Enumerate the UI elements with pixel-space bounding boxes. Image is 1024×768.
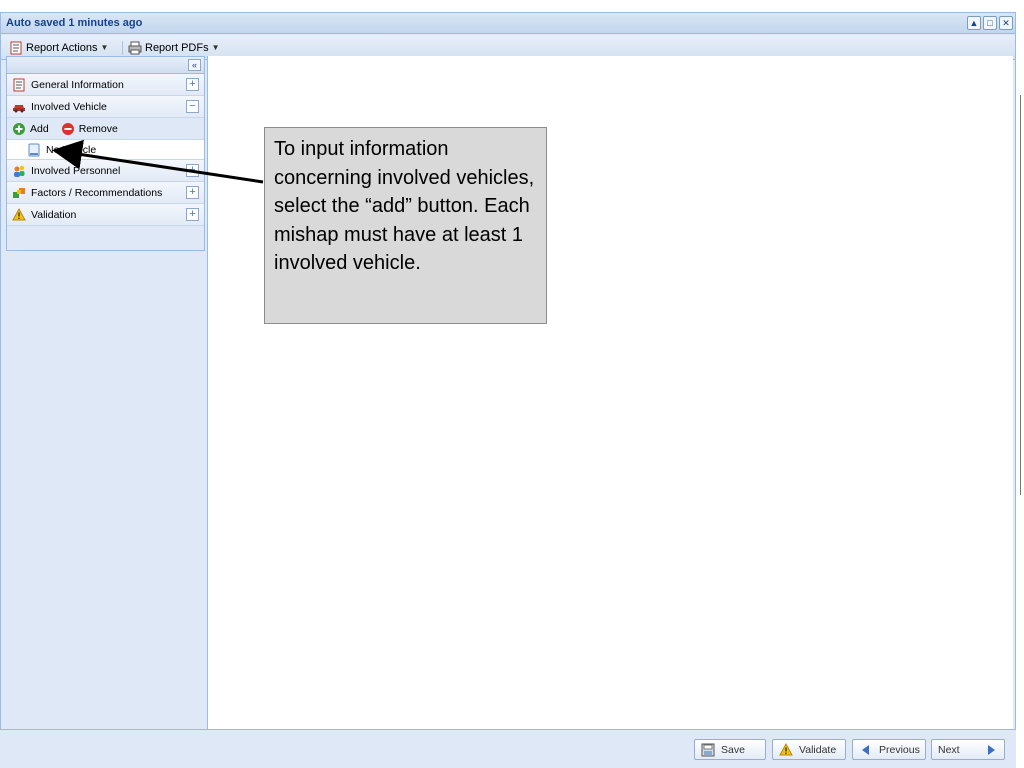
list-item-no-vehicle[interactable]: No Vehicle: [7, 140, 204, 160]
divider: [1020, 95, 1021, 495]
maximize-icon[interactable]: □: [983, 16, 997, 30]
validate-label: Validate: [799, 743, 837, 756]
report-actions-label: Report Actions: [26, 41, 98, 54]
sidebar-item-involved-personnel[interactable]: Involved Personnel +: [7, 160, 204, 182]
people-icon: [12, 164, 26, 178]
arrow-left-icon: [859, 743, 873, 757]
list-item-label: No Vehicle: [46, 143, 97, 156]
document-icon: [27, 143, 41, 157]
report-pdfs-button[interactable]: Report PDFs ▼: [128, 39, 220, 56]
warning-icon: [779, 742, 793, 757]
close-icon[interactable]: ✕: [999, 16, 1013, 30]
save-label: Save: [721, 743, 745, 756]
collapse-icon[interactable]: ▲: [967, 16, 981, 30]
save-button[interactable]: Save: [694, 739, 766, 760]
printer-icon: [128, 41, 142, 55]
navigation-sidebar: « General Information + Involved Vehicle…: [6, 56, 205, 251]
next-button[interactable]: Next: [931, 739, 1005, 760]
add-icon: [12, 122, 26, 136]
sidebar-item-validation[interactable]: Validation +: [7, 204, 204, 226]
sidebar-item-label: Involved Vehicle: [31, 100, 107, 113]
arrow-right-icon: [984, 743, 998, 757]
remove-icon: [61, 122, 75, 136]
sidebar-item-involved-vehicle[interactable]: Involved Vehicle −: [7, 96, 204, 118]
report-actions-button[interactable]: Report Actions ▼: [9, 39, 108, 56]
instruction-callout: To input information concerning involved…: [264, 127, 547, 324]
expand-icon[interactable]: +: [186, 78, 199, 91]
window-titlebar: Auto saved 1 minutes ago ▲ □ ✕: [1, 13, 1015, 34]
chevron-down-icon: ▼: [100, 43, 109, 52]
bottom-toolbar: Save Validate Previous Next: [0, 729, 1016, 768]
validate-button[interactable]: Validate: [772, 739, 846, 760]
sidebar-item-label: Factors / Recommendations: [31, 186, 163, 199]
collapse-icon[interactable]: −: [186, 100, 199, 113]
previous-label: Previous: [879, 743, 920, 756]
sidebar-item-label: Involved Personnel: [31, 164, 121, 177]
chevron-down-icon: ▼: [211, 43, 220, 52]
collapse-sidebar-icon[interactable]: «: [188, 59, 201, 71]
toolbar-separator: [122, 41, 123, 55]
remove-vehicle-button[interactable]: Remove: [79, 123, 118, 135]
previous-button[interactable]: Previous: [852, 739, 926, 760]
car-icon: [12, 100, 26, 114]
sidebar-item-factors-recommendations[interactable]: Factors / Recommendations +: [7, 182, 204, 204]
expand-icon[interactable]: +: [186, 208, 199, 221]
window-tools: ▲ □ ✕: [967, 16, 1013, 30]
sidebar-item-label: Validation: [31, 208, 77, 221]
window-title: Auto saved 1 minutes ago: [6, 17, 143, 29]
add-vehicle-button[interactable]: Add: [30, 123, 49, 135]
warning-icon: [12, 207, 26, 222]
sidebar-item-label: General Information: [31, 78, 124, 91]
report-icon: [9, 41, 23, 55]
expand-icon[interactable]: +: [186, 164, 199, 177]
next-label: Next: [938, 743, 960, 756]
vehicle-actions-row: Add Remove: [7, 118, 204, 140]
expand-icon[interactable]: +: [186, 186, 199, 199]
sidebar-item-general-information[interactable]: General Information +: [7, 74, 204, 96]
sidebar-header: «: [7, 57, 204, 74]
puzzle-icon: [12, 186, 26, 200]
report-pdfs-label: Report PDFs: [145, 41, 209, 54]
save-icon: [701, 743, 715, 757]
report-icon: [12, 78, 26, 92]
